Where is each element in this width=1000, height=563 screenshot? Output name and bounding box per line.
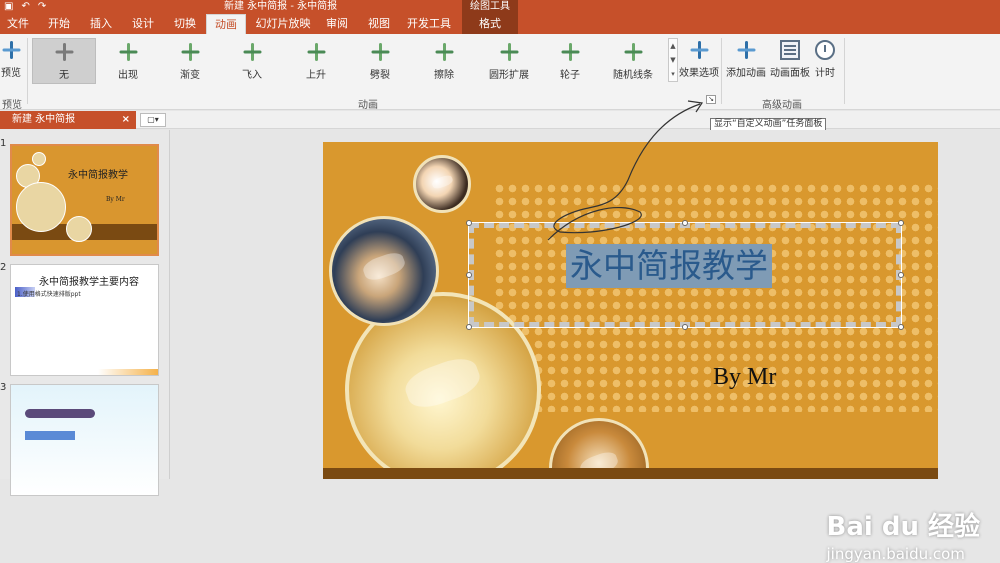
preview-icon (1, 40, 21, 60)
slide-number: 2 (0, 262, 7, 273)
slide-title[interactable]: 永中简报教学 (566, 244, 772, 288)
divider (721, 38, 722, 104)
star-icon (118, 42, 138, 62)
tab-review[interactable]: 审阅 (318, 14, 356, 34)
thumbnail-title: 永中简报教学主要内容 (39, 277, 139, 288)
animation-random-bars[interactable]: 随机线条 (608, 42, 658, 81)
star-icon (370, 42, 390, 62)
watermark-url: jingyan.baidu.com (826, 545, 965, 563)
star-icon (623, 42, 643, 62)
divider (844, 38, 845, 104)
slide-canvas[interactable]: 永中简报教学 By Mr (323, 142, 938, 479)
dialog-launcher-icon[interactable]: ↘ (706, 95, 716, 104)
animation-fly-in[interactable]: 飞入 (232, 42, 272, 81)
group-label-advanced-animation: 高级动画 (762, 100, 802, 111)
star-icon (434, 42, 454, 62)
star-icon (242, 42, 262, 62)
tab-animations[interactable]: 动画 (206, 14, 246, 34)
thumbnail-circle-image (32, 152, 46, 166)
resize-handle[interactable] (682, 324, 688, 330)
animation-rise[interactable]: 上升 (296, 42, 336, 81)
document-tabs: 新建 永中简报 × ▢▾ (0, 111, 1000, 129)
tab-slideshow[interactable]: 幻灯片放映 (252, 14, 314, 34)
add-animation-button[interactable]: 添加动画 (726, 40, 766, 79)
thumbnail-arrow (25, 431, 75, 440)
animation-pane-icon (780, 40, 800, 60)
contextual-tab-header: 绘图工具 (462, 0, 518, 14)
slide-number: 1 (0, 138, 7, 149)
slide-thumbnail-1[interactable]: 永中简报教学 By Mr (10, 144, 159, 256)
add-animation-icon (736, 40, 756, 60)
thumbnail-title: 永中简报教学 (68, 170, 128, 181)
group-label-preview: 预览 (2, 100, 22, 111)
star-icon (306, 42, 326, 62)
tab-format[interactable]: 格式 (462, 14, 518, 34)
tab-home[interactable]: 开始 (40, 14, 78, 34)
undo-icon[interactable]: ↶ (21, 0, 29, 14)
animation-fade[interactable]: 渐变 (170, 42, 210, 81)
slide-thumbnail-3[interactable] (10, 384, 159, 496)
thumbnail-bullet: 1.使用格式快速排版ppt (17, 291, 81, 298)
gallery-scroll[interactable]: ▲ ▼ ▾ (668, 38, 678, 82)
handshake-circle-small[interactable] (413, 155, 471, 213)
handshake-circle-medium[interactable] (329, 216, 439, 326)
divider (27, 38, 28, 104)
clock-icon (815, 40, 835, 60)
quick-access-toolbar: ▣ ↶ ↷ (4, 0, 46, 14)
animation-appear[interactable]: 出现 (108, 42, 148, 81)
animation-wipe[interactable]: 擦除 (424, 42, 464, 81)
resize-handle[interactable] (898, 272, 904, 278)
baidu-watermark: Bai du 经验 jingyan.baidu.com (827, 506, 981, 563)
document-tab[interactable]: 新建 永中简报 × (0, 111, 136, 129)
animation-pane-button[interactable]: 动画面板 (770, 40, 810, 79)
animation-none[interactable]: 无 (54, 42, 74, 81)
thumbnail-subtitle: By Mr (106, 196, 125, 203)
animation-circle[interactable]: 圆形扩展 (484, 42, 534, 81)
save-icon[interactable]: ▣ (4, 0, 13, 14)
star-icon (180, 42, 200, 62)
resize-handle[interactable] (466, 220, 472, 226)
resize-handle[interactable] (466, 324, 472, 330)
resize-handle[interactable] (898, 220, 904, 226)
timing-button[interactable]: 计时 (812, 40, 838, 79)
slide-editor: 永中简报教学 By Mr Bai du 经验 jingyan.baidu.com (171, 130, 1000, 563)
slide-subtitle[interactable]: By Mr (713, 364, 776, 391)
star-icon (499, 42, 519, 62)
watermark-logo: Bai du 经验 (826, 512, 981, 542)
thumbnail-circle-image (16, 182, 66, 232)
preview-button[interactable]: 预览 (0, 40, 22, 79)
resize-handle[interactable] (466, 272, 472, 278)
window-title: 新建 永中简报 - 永中简报 (224, 1, 338, 12)
title-bar: ▣ ↶ ↷ 新建 永中简报 - 永中简报 绘图工具 (0, 0, 1000, 14)
new-document-button[interactable]: ▢▾ (140, 113, 166, 127)
thumbnail-shape (25, 409, 95, 418)
effect-options-button[interactable]: 效果选项 (679, 40, 719, 79)
thumbnail-circle-image (66, 216, 92, 242)
effect-options-icon (689, 40, 709, 60)
tab-file[interactable]: 文件 (2, 14, 34, 34)
tab-transitions[interactable]: 切换 (166, 14, 204, 34)
star-icon (560, 42, 580, 62)
document-tab-label: 新建 永中简报 (12, 114, 76, 125)
ribbon-tabs: 文件 开始 插入 设计 切换 动画 幻灯片放映 审阅 视图 开发工具 格式 (0, 14, 1000, 34)
animation-split[interactable]: 劈裂 (360, 42, 400, 81)
tab-developer[interactable]: 开发工具 (402, 14, 456, 34)
title-placeholder[interactable]: 永中简报教学 (468, 222, 902, 328)
redo-icon[interactable]: ↷ (38, 0, 46, 14)
resize-handle[interactable] (898, 324, 904, 330)
tab-insert[interactable]: 插入 (82, 14, 120, 34)
group-label-animation: 动画 (358, 100, 378, 111)
tab-design[interactable]: 设计 (124, 14, 162, 34)
close-icon[interactable]: × (122, 111, 130, 129)
star-icon (54, 42, 74, 62)
slide-thumbnail-pane: 1 永中简报教学 By Mr 2 永中简报教学主要内容 1.使用格式快速排版pp… (0, 130, 170, 496)
slide-number: 3 (0, 382, 7, 393)
bottom-band (323, 468, 938, 479)
tab-view[interactable]: 视图 (360, 14, 398, 34)
animation-wheel[interactable]: 轮子 (550, 42, 590, 81)
resize-handle[interactable] (682, 220, 688, 226)
slide-thumbnail-2[interactable]: 永中简报教学主要内容 1.使用格式快速排版ppt (10, 264, 159, 376)
ribbon: 预览 预览 无 出现 渐变 飞入 上升 劈裂 擦除 圆形扩展 轮子 随机线条 ▲… (0, 34, 1000, 111)
